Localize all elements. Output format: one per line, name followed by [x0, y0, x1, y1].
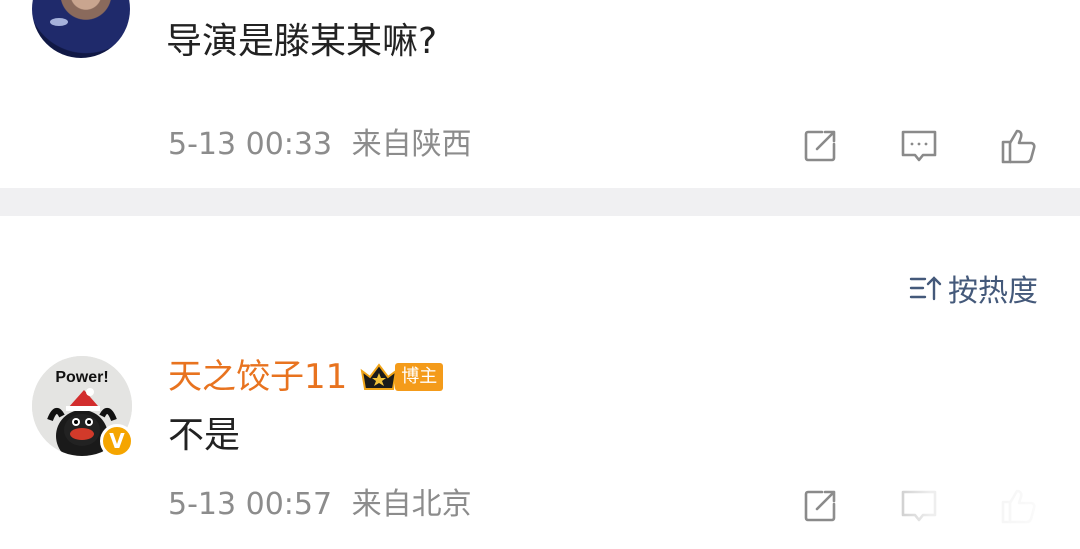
share-icon [804, 130, 836, 162]
share-button[interactable] [797, 123, 843, 169]
comment-time: 5-13 00:33 [168, 127, 333, 162]
comment-meta: 5-13 00:33 来自陕西 [168, 130, 472, 160]
comment-button[interactable] [896, 123, 942, 169]
section-divider [0, 188, 1080, 216]
comment-icon [901, 130, 937, 162]
author-badge: 博主 [359, 361, 444, 393]
comment-header: 天之饺子11 博主 [168, 360, 444, 394]
avatar[interactable] [32, 0, 130, 58]
crown-icon [360, 363, 398, 390]
sort-icon [909, 276, 942, 301]
comment-location: 来自北京 [351, 487, 472, 522]
sort-button[interactable]: 按热度 [908, 266, 1038, 310]
comment-text: 导演是滕某某嘛? [166, 21, 438, 62]
author-badge-label: 博主 [395, 363, 444, 391]
sort-label: 按热度 [948, 274, 1038, 309]
comment-location: 来自陕西 [351, 127, 472, 162]
avatar-text: Power! [55, 369, 108, 386]
like-icon [1001, 129, 1036, 164]
username[interactable]: 天之饺子11 [168, 360, 347, 394]
comment-time: 5-13 00:57 [168, 487, 333, 522]
verified-badge: V [100, 424, 134, 458]
like-button[interactable] [996, 123, 1042, 169]
comment-meta: 5-13 00:57 来自北京 [168, 490, 472, 520]
comment-text: 不是 [168, 415, 241, 456]
bottom-fade-overlay [830, 480, 1080, 549]
